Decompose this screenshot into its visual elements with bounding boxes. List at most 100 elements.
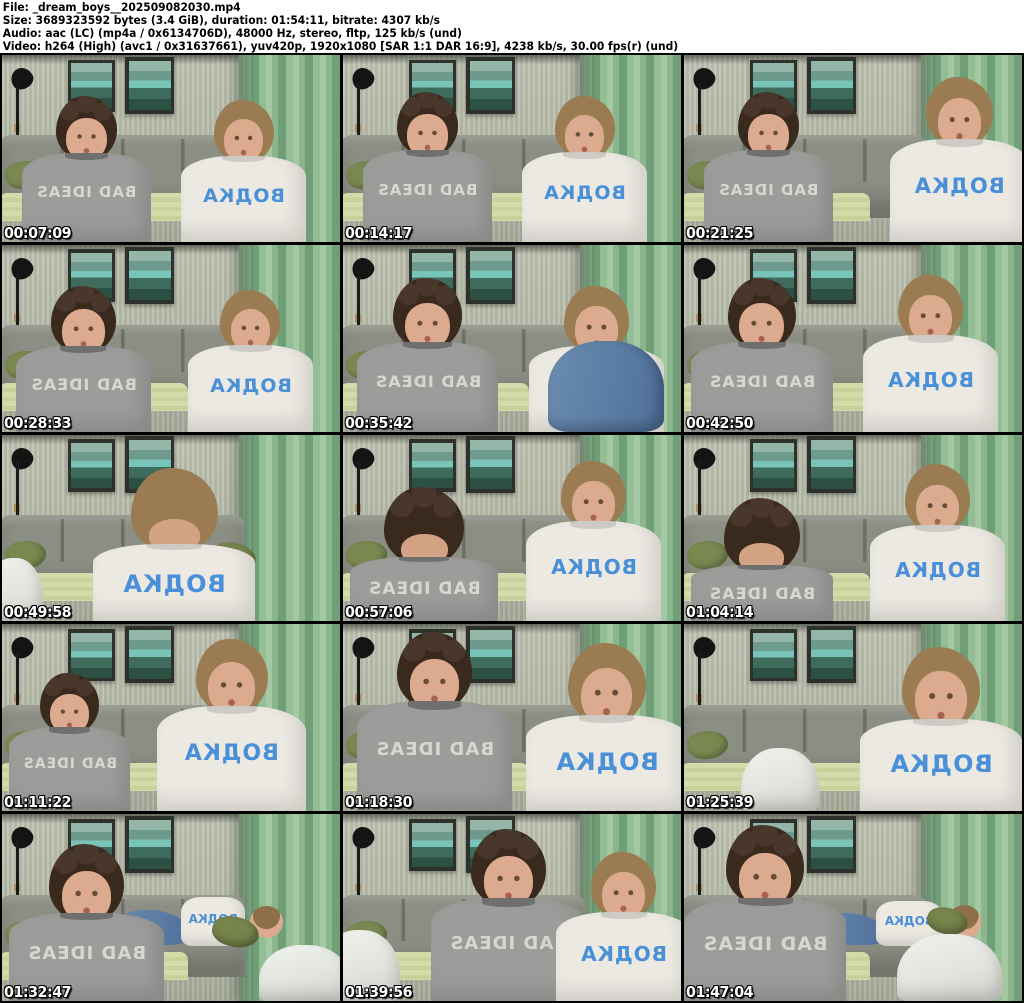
- shirt-print-text: BAD IDEAS: [36, 183, 137, 202]
- shirt-print-text: ВОДКА: [543, 182, 627, 205]
- video-thumbnail: ВОДКА 00:49:58: [2, 434, 340, 622]
- person-curly-figure: BAD IDEAS: [8, 672, 131, 812]
- timestamp-label: 01:25:39: [686, 793, 754, 812]
- timestamp-label: 01:18:30: [345, 793, 413, 812]
- figure-head: [213, 99, 274, 163]
- shirt-print-text: ВОДКА: [913, 174, 1005, 199]
- shirt-print-text: ВОДКА: [202, 184, 286, 207]
- timestamp-label: 00:14:17: [345, 223, 413, 242]
- person-blond-figure: ВОДКА: [157, 639, 307, 812]
- person-blond-figure: ВОДКА: [859, 646, 1022, 812]
- figure-shirt: ВОДКА: [157, 705, 307, 812]
- figure-head: [901, 646, 980, 729]
- shirt-print-text: BAD IDEAS: [22, 755, 117, 772]
- video-thumbnail: BAD IDEAS ВОДКА 00:35:42: [343, 244, 681, 432]
- video-thumbnail: ВОДКА 01:25:39: [684, 624, 1022, 812]
- shirt-print-text: ВОДКА: [555, 747, 659, 776]
- person-blond-figure: ВОДКА: [187, 289, 313, 432]
- video-thumbnail: BAD IDEAS ВОДКА 01:11:22: [2, 624, 340, 812]
- shirt-print-text: ВОДКА: [184, 741, 280, 767]
- timestamp-label: 00:28:33: [4, 413, 72, 432]
- person-curly-figure: BAD IDEAS: [684, 825, 847, 1001]
- figure-head: [196, 639, 268, 715]
- person-curly-figure: BAD IDEAS: [356, 278, 499, 432]
- figure-jeans: [547, 341, 665, 432]
- figure-shirt: ВОДКА: [181, 155, 307, 242]
- shirt-print-text: BAD IDEAS: [29, 375, 137, 395]
- person-knees-figure: ВОДКА: [528, 285, 665, 432]
- person-curly-figure: BAD IDEAS: [15, 285, 151, 432]
- landscape-painting: [753, 632, 794, 678]
- figure-shirt: ВОДКА: [93, 544, 256, 622]
- file-metadata-header: File: _dream_boys__202509082030.mp4 Size…: [0, 0, 1024, 53]
- figure-head: [471, 829, 546, 908]
- video-thumbnail: BAD IDEAS ВОДКА 01:04:14: [684, 434, 1022, 622]
- person-blond-figure: ВОДКА: [863, 274, 999, 432]
- picture-frame: [749, 439, 798, 492]
- person-curly-figure: BAD IDEAS: [349, 486, 499, 622]
- shirt-print-text: BAD IDEAS: [377, 180, 478, 199]
- lamp-knob: [355, 883, 361, 892]
- person-curly-figure: BAD IDEAS: [8, 844, 165, 1001]
- shirt-print-text: ВОДКА: [889, 750, 993, 779]
- landscape-painting: [753, 442, 794, 488]
- figure-head: [560, 460, 626, 530]
- video-thumbnail: BAD IDEAS ВОДКА 01:39:56: [343, 814, 681, 1001]
- lamp-knob: [696, 124, 702, 133]
- figure-head: [55, 96, 118, 161]
- figure-head: [130, 467, 218, 554]
- shirt-print-text: BAD IDEAS: [367, 578, 481, 599]
- shirt-print-text: BAD IDEAS: [708, 584, 815, 604]
- video-thumbnail: BAD IDEAS ВОДКА 00:42:50: [684, 244, 1022, 432]
- timestamp-label: 01:04:14: [686, 603, 754, 622]
- person-blond-figure: ВОДКА: [93, 467, 256, 622]
- timestamp-label: 00:57:06: [345, 603, 413, 622]
- video-thumbnail: BAD IDEAS ВОДКА 00:21:25: [684, 55, 1022, 242]
- figure-head: [926, 77, 993, 148]
- landscape-painting: [469, 440, 512, 490]
- timestamp-label: 00:42:50: [686, 413, 754, 432]
- figure-head: [723, 498, 800, 574]
- shirt-print-text: BAD IDEAS: [27, 943, 146, 965]
- figure-head: [384, 486, 465, 566]
- person-curly-figure: BAD IDEAS: [22, 96, 151, 242]
- video-thumbnail: ВОДКА BAD IDEAS 01:32:47: [2, 814, 340, 1001]
- person-blond-figure: ВОДКА: [522, 96, 648, 242]
- shirt-print-text: ВОДКА: [580, 942, 667, 967]
- figure-head: [50, 285, 116, 355]
- thumbnail-grid: BAD IDEAS ВОДКА 00:07:09 BAD IDEAS ВОДКА 00:1…: [0, 53, 1024, 1003]
- figure-shirt: ВОДКА: [890, 139, 1022, 242]
- video-info-line: Video: h264 (High) (avc1 / 0x31637661), …: [2, 39, 679, 53]
- figure-head: [554, 96, 615, 160]
- picture-frame: [749, 629, 798, 682]
- lamp-knob: [14, 503, 20, 512]
- timestamp-label: 01:47:04: [686, 983, 754, 1001]
- landscape-painting: [810, 440, 853, 490]
- figure-head: [49, 844, 124, 923]
- timestamp-label: 00:21:25: [686, 223, 754, 242]
- person-curly-figure: BAD IDEAS: [690, 278, 833, 432]
- figure-head: [726, 825, 805, 908]
- person-blond-figure: ВОДКА: [525, 643, 681, 812]
- white-chair: [896, 933, 1002, 1001]
- person-curly-figure: BAD IDEAS: [363, 92, 492, 242]
- timestamp-label: 01:32:47: [4, 983, 72, 1001]
- figure-head: [220, 289, 281, 353]
- picture-frame: [807, 626, 857, 684]
- shirt-print-text: BAD IDEAS: [374, 372, 481, 392]
- video-thumbnail: BAD IDEAS ВОДКА 00:28:33: [2, 244, 340, 432]
- video-thumbnail: BAD IDEAS ВОДКА 01:18:30: [343, 624, 681, 812]
- video-contact-sheet: File: _dream_boys__202509082030.mp4 Size…: [0, 0, 1024, 1003]
- landscape-painting: [71, 632, 112, 678]
- shirt-print-text: ВОДКА: [894, 557, 981, 582]
- figure-head: [40, 672, 99, 735]
- timestamp-label: 00:49:58: [4, 603, 72, 622]
- figure-shirt: ВОДКА: [525, 520, 661, 622]
- picture-frame: [408, 439, 457, 492]
- person-blond-figure: ВОДКА: [181, 99, 307, 242]
- person-blond-figure: ВОДКА: [525, 460, 661, 622]
- figure-shirt: ВОДКА: [863, 334, 999, 432]
- figure-shirt: ВОДКА: [869, 524, 1006, 622]
- figure-shirt: ВОДКА: [522, 151, 648, 242]
- shirt-print-text: BAD IDEAS: [708, 372, 815, 392]
